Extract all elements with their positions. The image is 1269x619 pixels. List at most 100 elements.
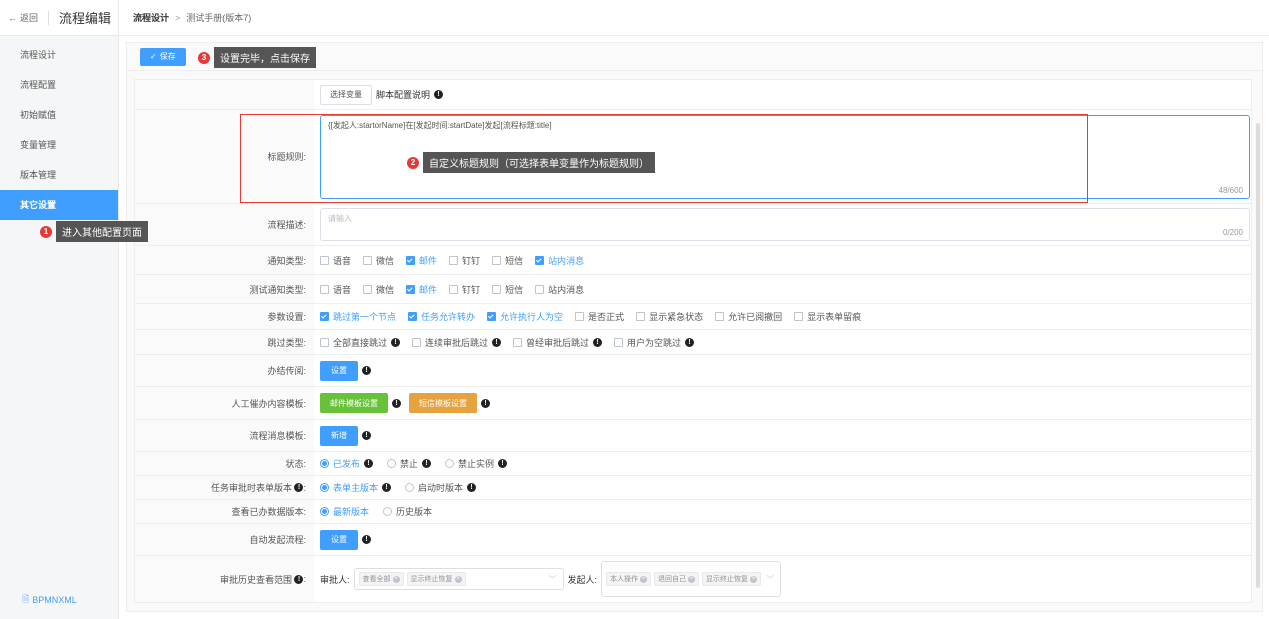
info-icon[interactable]: ! bbox=[362, 431, 371, 440]
test-notify-checkbox-0[interactable]: 语音 bbox=[320, 283, 351, 296]
info-icon[interactable]: ! bbox=[593, 337, 603, 347]
test-notify-checkbox-5[interactable]: 站内消息 bbox=[535, 283, 584, 296]
description-textarea[interactable]: 请输入 0/200 bbox=[320, 208, 1250, 241]
approver-select[interactable]: 查看全部 × 显示终止恢复 × ﹀ bbox=[353, 568, 564, 590]
done-version-radio-1[interactable]: 历史版本 bbox=[383, 505, 432, 518]
tag: 显示终止恢复 × bbox=[406, 572, 466, 586]
checkbox-box bbox=[406, 284, 416, 294]
skip-checkbox-3[interactable]: 用户为空跳过! bbox=[614, 336, 695, 349]
status-radio-2[interactable]: 禁止实例! bbox=[445, 457, 508, 470]
status-label: 状态: bbox=[135, 452, 314, 475]
sidebar-item-versions[interactable]: 版本管理 bbox=[0, 160, 118, 190]
circulate-label: 办结传阅: bbox=[135, 355, 314, 386]
params-checkbox-6[interactable]: 显示表单留痕 bbox=[794, 310, 861, 323]
info-icon[interactable]: ! bbox=[362, 366, 371, 375]
checkbox-label: 钉钉 bbox=[462, 284, 481, 295]
auto-start-row: 自动发起流程: 设置 ! bbox=[135, 524, 1251, 556]
close-icon[interactable]: × bbox=[454, 575, 462, 583]
bpmn-xml-link[interactable]: 🗎 BPMNXML bbox=[22, 592, 77, 608]
sidebar-item-other-settings[interactable]: 其它设置 bbox=[0, 190, 118, 220]
sms-template-button[interactable]: 短信模板设置 bbox=[409, 393, 477, 413]
auto-start-settings-button[interactable]: 设置 bbox=[320, 529, 358, 550]
radio-circle bbox=[320, 459, 329, 468]
checkbox-label: 站内消息 bbox=[548, 255, 585, 266]
sidebar-item-flow-design[interactable]: 流程设计 bbox=[0, 40, 118, 70]
done-version-radio-0[interactable]: 最新版本 bbox=[320, 505, 369, 518]
callout-text: 设置完毕，点击保存 bbox=[214, 47, 316, 68]
info-icon[interactable]: ! bbox=[362, 535, 371, 544]
status-row: 状态: 已发布! 禁止! 禁止实例! bbox=[135, 452, 1251, 476]
test-notify-checkbox-2[interactable]: 邮件 bbox=[406, 283, 437, 296]
close-icon[interactable]: × bbox=[750, 575, 758, 583]
checkbox-label: 允许执行人为空 bbox=[500, 312, 564, 322]
approver-label: 审批人: bbox=[320, 574, 350, 585]
history-range-label-text: 审批历史查看范围 bbox=[219, 574, 292, 585]
info-icon[interactable]: ! bbox=[498, 459, 508, 468]
checkbox-box bbox=[320, 337, 329, 347]
info-icon[interactable]: ! bbox=[422, 459, 432, 468]
starter-select[interactable]: 本人操作 × 退回自己 × 显示终止恢复 × ﹀ bbox=[601, 561, 782, 597]
params-checkbox-3[interactable]: 是否正式 bbox=[575, 310, 624, 323]
close-icon[interactable]: × bbox=[392, 575, 400, 583]
history-range-field: 审批人: 查看全部 × 显示终止恢复 × ﹀ 发起人: 本人操作 × 退回自己 × 显示… bbox=[314, 561, 1251, 597]
notify-checkbox-1[interactable]: 微信 bbox=[363, 254, 394, 267]
info-icon[interactable]: ! bbox=[392, 398, 401, 408]
test-notify-checkbox-4[interactable]: 短信 bbox=[492, 283, 523, 296]
add-message-template-button[interactable]: 新增 bbox=[320, 425, 358, 446]
params-checkbox-0[interactable]: 跳过第一个节点 bbox=[320, 310, 396, 323]
test-notify-checkbox-3[interactable]: 钉钉 bbox=[449, 283, 480, 296]
select-variable-button[interactable]: 选择变量 bbox=[320, 84, 372, 105]
checkbox-box bbox=[636, 312, 646, 321]
info-icon[interactable]: ! bbox=[364, 459, 374, 468]
circulate-settings-button[interactable]: 设置 bbox=[320, 360, 358, 381]
callout-text: 自定义标题规则（可选择表单变量作为标题规则） bbox=[423, 152, 655, 173]
checkbox-label: 允许已阅撤回 bbox=[728, 312, 783, 322]
notify-checkbox-5[interactable]: 站内消息 bbox=[535, 254, 584, 267]
form-version-radio-1[interactable]: 启动时版本! bbox=[405, 481, 477, 494]
info-icon[interactable]: ! bbox=[294, 574, 304, 584]
info-icon[interactable]: ! bbox=[382, 483, 392, 492]
check-icon bbox=[320, 312, 327, 319]
notify-checkbox-3[interactable]: 钉钉 bbox=[449, 254, 480, 267]
info-icon[interactable]: ! bbox=[492, 337, 502, 347]
status-radio-0[interactable]: 已发布! bbox=[320, 457, 374, 470]
test-notify-checkbox-1[interactable]: 微信 bbox=[363, 283, 394, 296]
close-icon[interactable]: × bbox=[688, 575, 696, 583]
skip-checkbox-0[interactable]: 全部直接跳过! bbox=[320, 336, 401, 349]
form-version-radio-0[interactable]: 表单主版本! bbox=[320, 481, 392, 494]
radio-label: 禁止实例 bbox=[458, 459, 495, 469]
radio-label: 启动时版本 bbox=[418, 483, 464, 493]
skip-checkbox-2[interactable]: 曾经审批后跳过! bbox=[513, 336, 603, 349]
checkbox-label: 短信 bbox=[505, 255, 524, 266]
checkbox-label: 显示表单留痕 bbox=[807, 312, 862, 322]
notify-checkbox-4[interactable]: 短信 bbox=[492, 254, 523, 267]
sidebar-item-initial-values[interactable]: 初始赋值 bbox=[0, 100, 118, 130]
mail-template-button[interactable]: 邮件模板设置 bbox=[320, 393, 388, 413]
auto-start-label: 自动发起流程: bbox=[135, 524, 314, 555]
info-icon[interactable]: ! bbox=[467, 483, 477, 492]
radio-circle bbox=[320, 483, 329, 492]
params-checkbox-2[interactable]: 允许执行人为空 bbox=[487, 310, 563, 323]
vertical-scrollbar[interactable] bbox=[1256, 123, 1260, 588]
save-button[interactable]: ✓ 保存 bbox=[140, 47, 186, 66]
notify-checkbox-0[interactable]: 语音 bbox=[320, 254, 351, 267]
info-icon[interactable]: ! bbox=[391, 337, 401, 347]
back-label: 返回 bbox=[20, 13, 39, 23]
skip-checkbox-1[interactable]: 连续审批后跳过! bbox=[412, 336, 502, 349]
info-icon[interactable]: ! bbox=[685, 337, 695, 347]
checkbox-box bbox=[320, 284, 329, 294]
params-checkbox-5[interactable]: 允许已阅撤回 bbox=[715, 310, 782, 323]
check-icon: ✓ bbox=[150, 52, 157, 61]
info-icon[interactable]: ! bbox=[481, 398, 490, 408]
params-checkbox-4[interactable]: 显示紧急状态 bbox=[636, 310, 703, 323]
info-icon[interactable]: ! bbox=[294, 483, 304, 492]
back-button[interactable]: ← 返回 bbox=[8, 11, 38, 24]
params-checkbox-1[interactable]: 任务允许转办 bbox=[408, 310, 475, 323]
notify-checkbox-2[interactable]: 邮件 bbox=[406, 254, 437, 267]
sidebar-item-variables[interactable]: 变量管理 bbox=[0, 130, 118, 160]
breadcrumb-root[interactable]: 流程设计 bbox=[133, 11, 169, 24]
info-icon[interactable]: ! bbox=[434, 90, 444, 99]
sidebar-item-flow-config[interactable]: 流程配置 bbox=[0, 70, 118, 100]
status-radio-1[interactable]: 禁止! bbox=[387, 457, 432, 470]
close-icon[interactable]: × bbox=[640, 575, 648, 583]
